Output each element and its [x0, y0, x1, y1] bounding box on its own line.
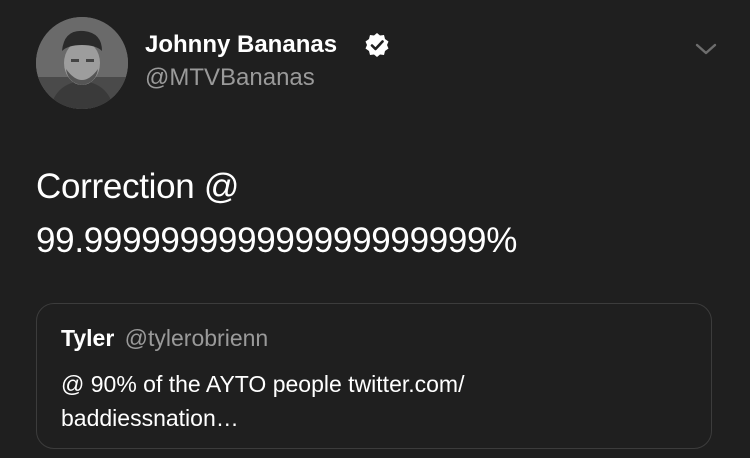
author-display-name[interactable]: Johnny Bananas — [145, 30, 337, 60]
quoted-tweet[interactable]: Tyler @tylerobrienn @ 90% of the AYTO pe… — [36, 303, 712, 449]
quoted-tweet-header: Tyler @tylerobrienn — [61, 324, 268, 352]
chevron-down-icon[interactable] — [694, 40, 718, 58]
avatar[interactable] — [36, 17, 128, 109]
quoted-tweet-text-line: baddiessnation… — [61, 405, 239, 431]
tweet-text-line: 99.999999999999999999999% — [36, 221, 518, 260]
tweet-text: Correction @ 99.999999999999999999999% — [36, 160, 726, 268]
quoted-tweet-name: Tyler — [61, 325, 115, 351]
quoted-tweet-handle: @tylerobrienn — [124, 325, 269, 351]
quoted-tweet-text: @ 90% of the AYTO people twitter.com/ ba… — [61, 367, 681, 435]
verified-badge-icon — [365, 33, 389, 57]
avatar-photo — [36, 17, 128, 109]
quoted-tweet-text-line: @ 90% of the AYTO people twitter.com/ — [61, 371, 465, 397]
tweet-text-line: Correction @ — [36, 167, 240, 206]
tweet-card: Johnny Bananas @MTVBananas Correction @ … — [0, 0, 750, 458]
author-handle[interactable]: @MTVBananas — [145, 63, 315, 93]
